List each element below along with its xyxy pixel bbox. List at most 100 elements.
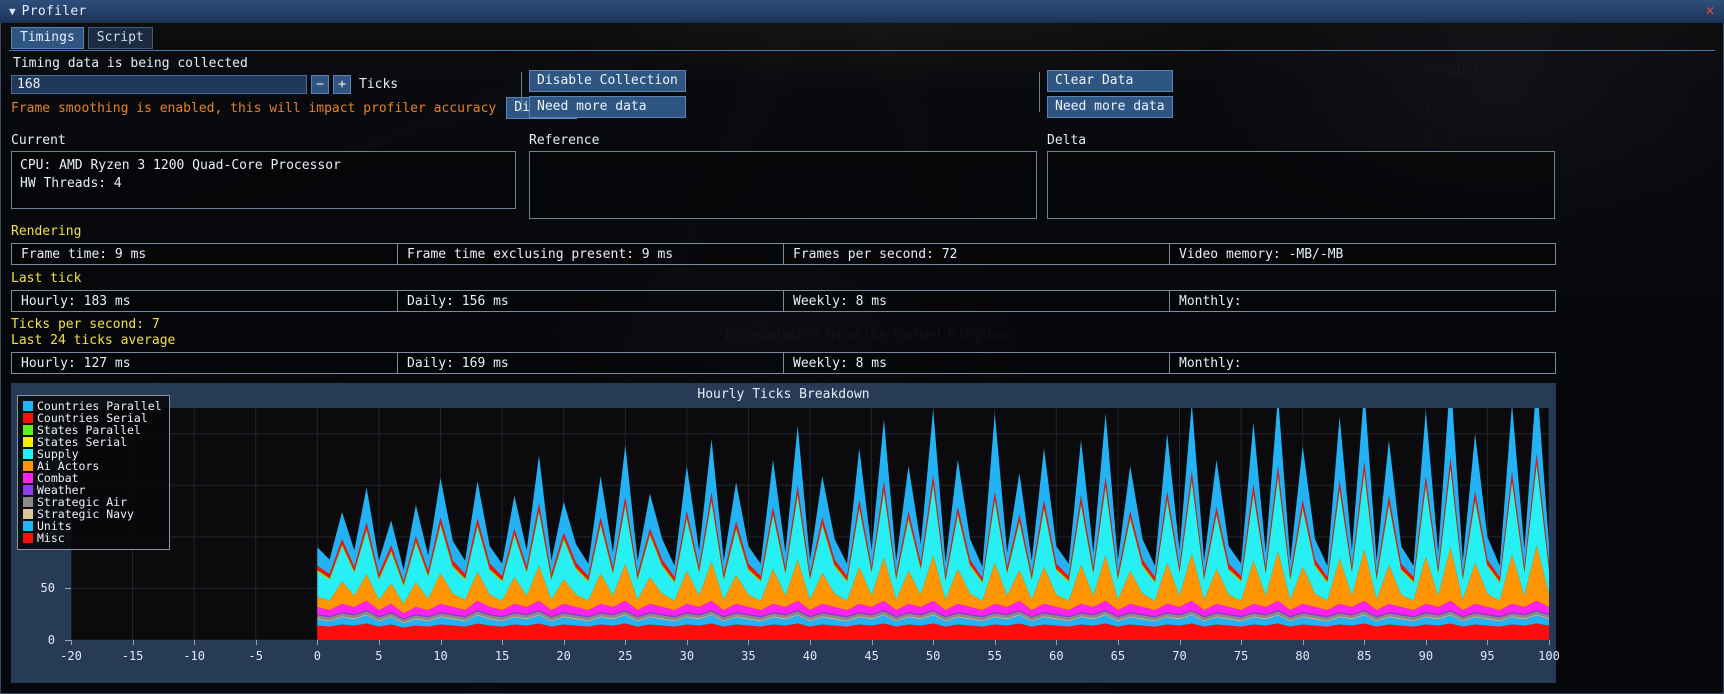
chart-x-tick-label: 65: [1110, 649, 1126, 663]
last-24-avg-cell-3: Monthly:: [1169, 353, 1555, 373]
frame-smoothing-warning: Frame smoothing is enabled, this will im…: [11, 100, 497, 116]
chart-x-tick-mark: [686, 640, 688, 645]
last-tick-cell-1: Daily: 156 ms: [397, 291, 783, 311]
legend-swatch-icon: [23, 497, 33, 507]
chart-x-tick-label: 0: [313, 649, 321, 663]
delta-panel: Delta: [1047, 133, 1555, 219]
delta-caption: Delta: [1047, 133, 1087, 148]
chart-x-tick-mark: [871, 640, 873, 645]
caret-down-icon[interactable]: ▼: [9, 6, 16, 17]
chart-x-tick-mark: [132, 640, 134, 645]
chart-x-tick-mark: [1117, 640, 1119, 645]
legend-swatch-icon: [23, 413, 33, 423]
legend-swatch-icon: [23, 533, 33, 543]
rendering-cell-3: Video memory: -MB/-MB: [1169, 244, 1555, 264]
chart-x-tick-mark: [994, 640, 996, 645]
chart-x-tick-label: 70: [1172, 649, 1187, 663]
rendering-metrics-row: Frame time: 9 ms Frame time exclusing pre…: [11, 243, 1556, 265]
last-tick-cell-3: Monthly:: [1169, 291, 1555, 311]
chart-x-tick-mark: [563, 640, 565, 645]
reference-panel: Reference: [529, 133, 1037, 219]
ticks-decrement-button[interactable]: −: [311, 75, 329, 94]
chart-x-tick-label: 25: [618, 649, 633, 663]
chart-x-tick-mark: [810, 640, 811, 645]
ticks-increment-button[interactable]: +: [333, 75, 351, 94]
chart-legend: Countries Parallel Countries Serial States…: [17, 395, 170, 550]
last-24-avg-cell-0: Hourly: 127 ms: [21, 355, 131, 371]
legend-swatch-icon: [23, 473, 33, 483]
chart-x-tick-label: 90: [1418, 649, 1434, 663]
chart-title: Hourly Ticks Breakdown: [697, 387, 870, 402]
disable-collection-button[interactable]: Disable Collection: [529, 70, 686, 92]
last-tick-section-title: Last tick: [11, 271, 82, 286]
chart-x-tick-mark: [1487, 640, 1489, 645]
chart-x-tick-mark: [1364, 640, 1366, 645]
chart-x-tick-label: 5: [375, 649, 383, 663]
last-24-avg-metrics-row: Hourly: 127 ms Daily: 169 ms Weekly: 8 ms M…: [11, 352, 1556, 374]
need-more-data-right-button[interactable]: Need more data: [1047, 96, 1173, 118]
chart-x-tick-label: 100: [1538, 649, 1560, 663]
chart-x-tick-mark: [1549, 640, 1550, 645]
legend-swatch-icon: [23, 461, 33, 471]
chart-plot-area: [71, 408, 1549, 640]
legend-swatch-icon: [23, 401, 33, 411]
chart-x-tick-mark: [440, 640, 442, 645]
rendering-section-title: Rendering: [11, 224, 82, 239]
clear-tools: Clear Data Need more data: [1039, 70, 1173, 122]
chart-x-tick-label: 20: [556, 649, 571, 663]
chart-x-tick-label: 95: [1480, 649, 1495, 663]
legend-swatch-icon: [23, 425, 33, 435]
ticks-input[interactable]: [11, 75, 307, 94]
last-tick-metrics-row: Hourly: 183 ms Daily: 156 ms Weekly: 8 ms M…: [11, 290, 1556, 312]
reference-body: [529, 151, 1037, 219]
chart-y-tick-label: 0: [47, 633, 55, 647]
clear-data-button[interactable]: Clear Data: [1047, 70, 1173, 92]
last-24-avg-cell-1: Daily: 169 ms: [397, 353, 783, 373]
chart-x-tick-mark: [255, 640, 257, 645]
close-icon[interactable]: ✕: [1702, 3, 1718, 19]
tab-underline: [9, 50, 1715, 51]
window-titlebar: ▼ Profiler ✕: [0, 0, 1724, 23]
chart-x-tick-mark: [933, 640, 935, 645]
legend-swatch-icon: [23, 449, 33, 459]
chart-x-tick-label: -10: [183, 649, 205, 663]
tab-timings[interactable]: Timings: [11, 27, 84, 49]
last-24-avg-section-title: Last 24 ticks average: [11, 333, 176, 348]
ticks-control-row: − + Ticks: [11, 75, 398, 94]
chart-series-areas: [317, 408, 1549, 640]
chart-x-tick-label: 15: [494, 649, 510, 663]
legend-swatch-icon: [23, 521, 33, 531]
tab-bar: Timings Script: [11, 27, 153, 49]
chart-x-tick-mark: [317, 640, 319, 645]
reference-caption: Reference: [529, 133, 600, 148]
window-title: Profiler: [21, 3, 87, 19]
chart-x-tick-label: 85: [1357, 649, 1372, 663]
chart-x-tick-mark: [1302, 640, 1304, 645]
current-body: CPU: AMD Ryzen 3 1200 Quad-Core Processo…: [11, 151, 516, 209]
chart-x-tick-mark: [378, 640, 380, 645]
tab-script[interactable]: Script: [87, 27, 153, 49]
last-tick-cell-0: Hourly: 183 ms: [21, 293, 131, 309]
chart-x-tick-label: 55: [987, 649, 1002, 663]
collection-status: Timing data is being collected: [13, 56, 248, 71]
legend-label: Misc: [37, 531, 65, 545]
chart-x-tick-mark: [1179, 640, 1181, 645]
current-panel: Current CPU: AMD Ryzen 3 1200 Quad-Core …: [11, 133, 516, 209]
need-more-data-left-button[interactable]: Need more data: [529, 96, 686, 118]
legend-swatch-icon: [23, 485, 33, 495]
chart-x-tick-mark: [625, 640, 627, 645]
chart-x-tick-label: 60: [1049, 649, 1064, 663]
last-tick-cell-2: Weekly: 8 ms: [783, 291, 1169, 311]
chart-x-tick-label: -5: [248, 649, 263, 663]
chart-x-tick-mark: [1241, 640, 1243, 645]
chart-x-tick-label: 30: [679, 649, 695, 663]
hourly-ticks-breakdown-chart: Hourly Ticks Breakdown Time (ms) 0501001…: [11, 383, 1560, 683]
legend-swatch-icon: [23, 437, 33, 447]
chart-x-tick-mark: [748, 640, 750, 645]
chart-y-tick-label: 50: [40, 581, 55, 596]
delta-body: [1047, 151, 1555, 219]
profiler-window: ▼ Profiler ✕ Timings Script Timing data …: [0, 0, 1724, 694]
chart-x-tick-label: 50: [925, 649, 941, 663]
legend-item[interactable]: Misc: [23, 532, 162, 544]
rendering-cell-0: Frame time: 9 ms: [21, 246, 147, 262]
